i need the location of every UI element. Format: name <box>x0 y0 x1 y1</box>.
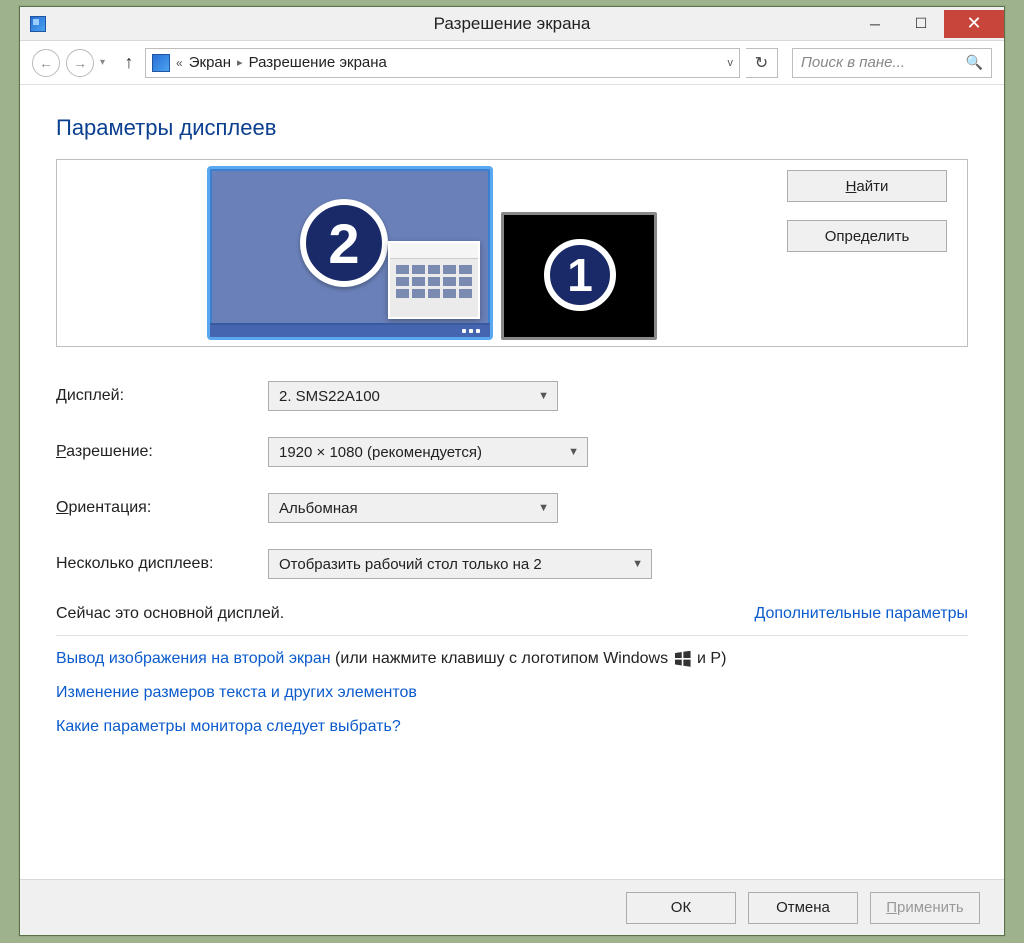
minimize-button[interactable]: ─ <box>852 10 898 38</box>
resolution-row: Разрешение: 1920 × 1080 (рекомендуется) … <box>56 437 968 467</box>
display-preview: 2 1 ННайтиайти Определить <box>56 159 968 347</box>
refresh-button[interactable]: ↻ <box>746 48 778 78</box>
project-suffix2: и P) <box>693 650 727 667</box>
app-window-icon <box>388 241 480 319</box>
chevron-right-icon: ▸ <box>237 56 243 69</box>
maximize-button[interactable]: ☐ <box>898 10 944 38</box>
main-display-status: Сейчас это основной дисплей. <box>56 605 284 623</box>
advanced-settings-link[interactable]: Дополнительные параметры <box>754 605 968 623</box>
project-link-row: Вывод изображения на второй экран (или н… <box>56 650 968 668</box>
chevron-down-icon: ▼ <box>632 558 643 570</box>
windows-logo-icon <box>675 651 691 667</box>
search-placeholder: Поиск в пане... <box>801 54 905 71</box>
chevron-down-icon: ▼ <box>538 502 549 514</box>
find-button[interactable]: ННайтиайти <box>787 170 947 202</box>
address-dropdown-icon[interactable]: v <box>728 57 734 69</box>
orientation-label: Ориентация: <box>56 499 268 517</box>
monitor-1[interactable]: 1 <box>501 212 657 340</box>
screen-resolution-window: Разрешение экрана ─ ☐ ✕ ← → ▾ ↑ « Экран … <box>19 6 1005 936</box>
resize-text-link[interactable]: Изменение размеров текста и других элеме… <box>56 684 417 701</box>
preview-buttons: ННайтиайти Определить <box>787 170 947 252</box>
crumb-back-icon: « <box>176 56 183 70</box>
orientation-row: Ориентация: Альбомная ▼ <box>56 493 968 523</box>
project-screen-link[interactable]: Вывод изображения на второй экран <box>56 650 331 667</box>
cancel-button[interactable]: Отмена <box>748 892 858 924</box>
which-params-row: Какие параметры монитора следует выбрать… <box>56 718 968 736</box>
breadcrumb-resolution[interactable]: Разрешение экрана <box>249 54 387 71</box>
page-title: Параметры дисплеев <box>56 115 968 141</box>
multiple-displays-select[interactable]: Отобразить рабочий стол только на 2 ▼ <box>268 549 652 579</box>
navigation-toolbar: ← → ▾ ↑ « Экран ▸ Разрешение экрана v ↻ … <box>20 41 1004 85</box>
history-dropdown-icon[interactable]: ▾ <box>100 57 105 68</box>
location-icon <box>152 54 170 72</box>
back-button[interactable]: ← <box>32 49 60 77</box>
search-input[interactable]: Поиск в пане... 🔍 <box>792 48 992 78</box>
breadcrumb-screen[interactable]: Экран <box>189 54 231 71</box>
taskbar-icon <box>210 323 490 337</box>
window-controls: ─ ☐ ✕ <box>852 10 1004 38</box>
close-button[interactable]: ✕ <box>944 10 1004 38</box>
project-suffix: (или нажмите клавишу с логотипом Windows <box>331 650 673 667</box>
chevron-down-icon: ▼ <box>538 390 549 402</box>
display-select[interactable]: 2. SMS22A100 ▼ <box>268 381 558 411</box>
monitor-2-number: 2 <box>300 199 388 287</box>
resolution-value: 1920 × 1080 (рекомендуется) <box>279 444 482 461</box>
multiple-displays-value: Отобразить рабочий стол только на 2 <box>279 556 542 573</box>
apply-button[interactable]: Применить <box>870 892 980 924</box>
display-label: Дисплей: <box>56 387 268 405</box>
which-params-link[interactable]: Какие параметры монитора следует выбрать… <box>56 718 401 735</box>
monitor-1-number: 1 <box>544 239 616 311</box>
multiple-displays-row: Несколько дисплеев: Отобразить рабочий с… <box>56 549 968 579</box>
identify-button[interactable]: Определить <box>787 220 947 252</box>
monitor-layout[interactable]: 2 1 <box>207 166 657 340</box>
window-icon <box>30 16 46 32</box>
content-area: Параметры дисплеев 2 1 ННайтиайти <box>20 85 1004 736</box>
resolution-label: Разрешение: <box>56 443 268 461</box>
display-row: Дисплей: 2. SMS22A100 ▼ <box>56 381 968 411</box>
separator <box>56 635 968 636</box>
titlebar[interactable]: Разрешение экрана ─ ☐ ✕ <box>20 7 1004 41</box>
ok-button[interactable]: ОК <box>626 892 736 924</box>
address-bar[interactable]: « Экран ▸ Разрешение экрана v <box>145 48 740 78</box>
bottom-bar: ОК Отмена Применить <box>20 879 1004 935</box>
resolution-select[interactable]: 1920 × 1080 (рекомендуется) ▼ <box>268 437 588 467</box>
monitor-2[interactable]: 2 <box>207 166 493 340</box>
orientation-select[interactable]: Альбомная ▼ <box>268 493 558 523</box>
search-icon: 🔍 <box>966 54 983 71</box>
status-row: Сейчас это основной дисплей. Дополнитель… <box>56 605 968 623</box>
orientation-value: Альбомная <box>279 500 358 517</box>
resize-text-row: Изменение размеров текста и других элеме… <box>56 684 968 702</box>
multiple-displays-label: Несколько дисплеев: <box>56 555 268 573</box>
forward-button[interactable]: → <box>66 49 94 77</box>
chevron-down-icon: ▼ <box>568 446 579 458</box>
up-button[interactable]: ↑ <box>119 52 139 73</box>
window-title: Разрешение экрана <box>434 14 591 34</box>
display-value: 2. SMS22A100 <box>279 388 380 405</box>
